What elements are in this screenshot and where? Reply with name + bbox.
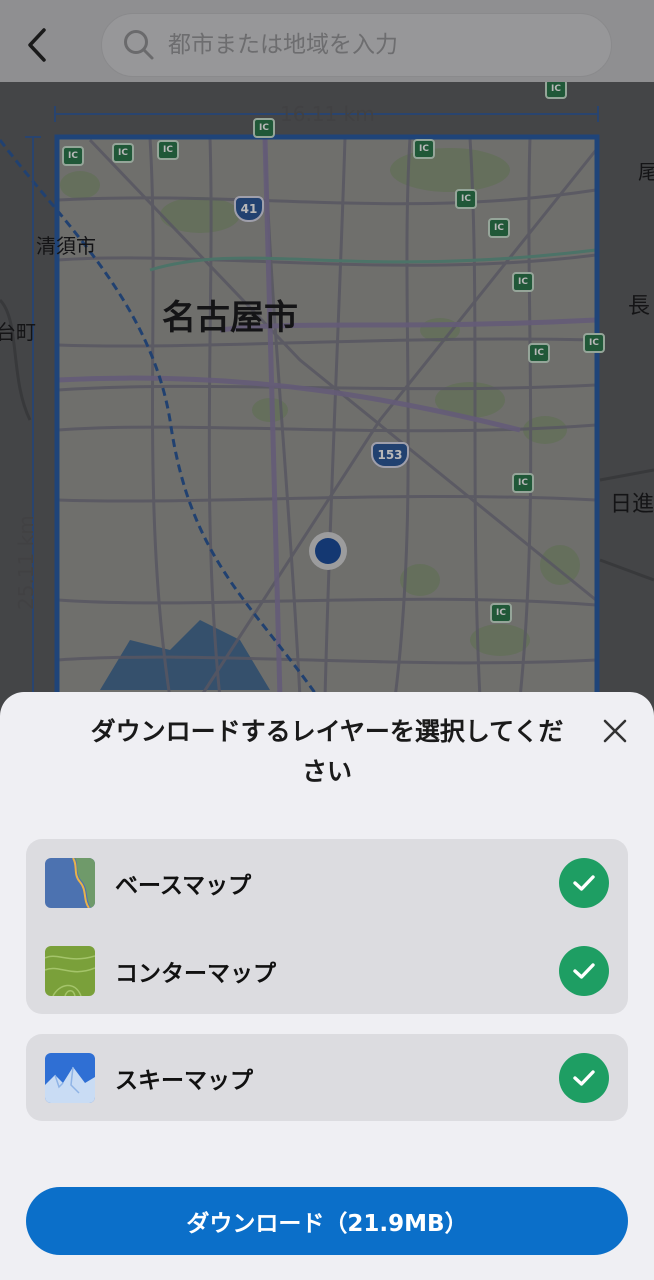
checkmark-icon xyxy=(573,962,595,979)
route-shield-153: 153 xyxy=(371,442,409,468)
checkmark-icon xyxy=(573,1069,595,1086)
place-label-partial-left: 台町 xyxy=(0,320,36,344)
layer-row-ski[interactable]: スキーマップ xyxy=(26,1034,628,1121)
search-icon xyxy=(124,30,154,60)
close-icon xyxy=(603,719,627,743)
layer-check-basemap[interactable] xyxy=(559,857,609,908)
ic-badge: IC xyxy=(413,139,435,159)
place-label-partial-right-low: 日進 xyxy=(610,492,654,517)
ski-thumb-icon xyxy=(45,1052,95,1103)
width-dimension-label: 16.11 km xyxy=(280,102,375,126)
route-shield-153-text: 153 xyxy=(377,448,403,462)
close-button[interactable] xyxy=(598,714,632,748)
checkmark-icon xyxy=(573,874,595,891)
place-label-nagoya: 名古屋市 xyxy=(162,298,298,338)
ic-badge: IC xyxy=(455,189,477,209)
back-button[interactable] xyxy=(18,22,58,68)
search-box[interactable] xyxy=(101,13,612,77)
ic-badge: IC xyxy=(528,343,550,363)
layer-label-basemap: ベースマップ xyxy=(115,872,252,899)
layer-check-contour[interactable] xyxy=(559,945,609,996)
download-button[interactable]: ダウンロード（21.9MB） xyxy=(26,1187,628,1255)
contour-thumb-icon xyxy=(45,945,95,996)
route-shield-41: 41 xyxy=(234,196,264,222)
chevron-left-icon xyxy=(28,28,46,62)
ic-badge: IC xyxy=(157,140,179,160)
layer-row-basemap[interactable]: ベースマップ xyxy=(26,839,628,926)
place-label-kiyosu: 清須市 xyxy=(36,234,96,258)
basemap-thumb-icon xyxy=(45,857,95,908)
place-label-partial-right-top: 尾 xyxy=(638,160,654,184)
ic-badge: IC xyxy=(512,272,534,292)
layer-select-sheet: ダウンロードするレイヤーを選択してください ベースマップ コンターマップ スキー… xyxy=(0,692,654,1280)
user-location-dot xyxy=(315,538,341,564)
ic-badge: IC xyxy=(62,146,84,166)
user-location-marker xyxy=(309,532,347,570)
ic-badge: IC xyxy=(112,143,134,163)
ic-badge: IC xyxy=(488,218,510,238)
route-shield-41-text: 41 xyxy=(240,202,258,216)
layer-check-ski[interactable] xyxy=(559,1052,609,1103)
top-bar xyxy=(0,0,654,82)
ic-badge: IC xyxy=(512,473,534,493)
ic-badge: IC xyxy=(583,333,605,353)
layer-group-secondary: スキーマップ xyxy=(26,1034,628,1121)
ic-badge: IC xyxy=(253,118,275,138)
layer-group-primary: ベースマップ コンターマップ xyxy=(26,839,628,1014)
layer-row-contour[interactable]: コンターマップ xyxy=(26,927,628,1014)
layer-label-contour: コンターマップ xyxy=(115,960,276,987)
sheet-title: ダウンロードするレイヤーを選択してください xyxy=(90,717,564,786)
ic-badge: IC xyxy=(545,79,567,99)
place-label-partial-right-mid: 長 xyxy=(628,294,651,319)
height-dimension-label: 25.11 km xyxy=(14,515,38,610)
layer-label-ski: スキーマップ xyxy=(115,1067,253,1094)
search-input[interactable] xyxy=(168,32,588,58)
ic-badge: IC xyxy=(490,603,512,623)
